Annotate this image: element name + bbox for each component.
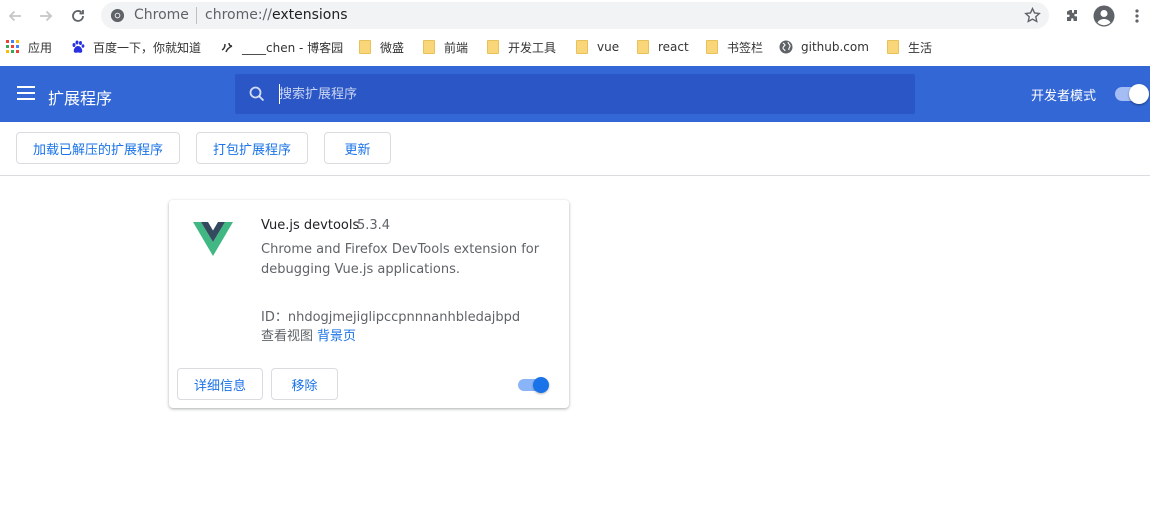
omnibox[interactable]: Chrome chrome://extensions [101, 2, 1049, 29]
text-caret [279, 84, 280, 104]
bookmark-label: 应用 [28, 40, 53, 55]
account-circle-icon [1093, 5, 1115, 27]
card-divider [169, 360, 569, 361]
bookmark-folder-weisheng[interactable]: 微盛 [358, 32, 404, 62]
url-scheme: chrome:// [205, 7, 272, 23]
bookmark-label: github.com [801, 40, 869, 54]
folder-icon [636, 40, 650, 54]
developer-action-bar: 加载已解压的扩展程序 打包扩展程序 更新 [0, 122, 1150, 176]
bookmark-cnblogs[interactable]: ____chen - 博客园 [220, 32, 343, 62]
extensions-button[interactable] [1060, 4, 1084, 28]
bookmark-label: vue [597, 40, 620, 54]
bookmark-baidu[interactable]: 百度一下，你就知道 [71, 32, 201, 62]
extension-card: Vue.js devtools 5.3.4 Chrome and Firefox… [169, 200, 569, 408]
bookmark-folder-devtools[interactable]: 开发工具 [486, 32, 556, 62]
search-box[interactable] [235, 74, 915, 114]
folder-icon [705, 40, 719, 54]
folder-icon [422, 40, 436, 54]
puzzle-icon [1067, 10, 1077, 21]
chrome-site-icon [110, 8, 125, 23]
bookmark-label: 生活 [908, 40, 933, 55]
bookmark-label: 微盛 [380, 40, 405, 55]
bookmarks-bar: 应用 百度一下，你就知道 ____chen - 博客园 微盛 前端 开发工具 v… [0, 32, 1150, 66]
bookmark-label: 开发工具 [508, 40, 557, 55]
load-unpacked-button[interactable]: 加载已解压的扩展程序 [16, 132, 180, 164]
bookmark-label: 百度一下，你就知道 [93, 40, 202, 55]
page-title: 扩展程序 [48, 89, 113, 108]
details-button[interactable]: 详细信息 [177, 368, 263, 400]
arrow-right-icon [40, 10, 53, 22]
remove-button[interactable]: 移除 [271, 368, 338, 400]
bookmark-apps[interactable]: 应用 [6, 32, 52, 62]
background-page-link[interactable]: 背景页 [317, 329, 356, 344]
bookmark-github[interactable]: github.com [779, 32, 869, 62]
bookmark-folder-frontend[interactable]: 前端 [422, 32, 468, 62]
reload-button[interactable] [66, 4, 90, 28]
back-button[interactable] [3, 4, 27, 28]
extension-version: 5.3.4 [357, 218, 391, 233]
reload-icon [72, 10, 84, 22]
omnibox-separator [196, 7, 197, 24]
omnibox-url: chrome://extensions [205, 7, 348, 23]
bookmark-folder-vue[interactable]: vue [575, 32, 619, 62]
extension-enable-toggle[interactable] [517, 377, 551, 393]
extensions-header: 扩展程序 开发者模式 [0, 66, 1150, 122]
toggle-knob [1129, 84, 1149, 104]
folder-icon [358, 40, 372, 54]
extension-description: Chrome and Firefox DevTools extension fo… [261, 242, 540, 277]
profile-button[interactable] [1092, 4, 1116, 28]
bookmark-folder-life[interactable]: 生活 [886, 32, 932, 62]
baidu-paw-icon [71, 40, 85, 54]
bookmark-label: 书签栏 [727, 40, 764, 55]
inspect-views: 查看视图 背景页 [261, 325, 356, 344]
url-host: extensions [272, 7, 348, 23]
hamburger-menu-icon[interactable] [17, 86, 35, 100]
update-button[interactable]: 更新 [324, 132, 391, 164]
folder-icon [575, 40, 589, 54]
arrow-left-icon [8, 10, 21, 22]
bookmark-folder-bookmarks[interactable]: 书签栏 [705, 32, 763, 62]
developer-mode-label: 开发者模式 [1031, 89, 1097, 104]
bookmark-label: 前端 [444, 40, 469, 55]
inspect-views-label: 查看视图 [261, 329, 314, 344]
bookmark-label: ____chen - 博客园 [242, 40, 344, 55]
star-outline-icon[interactable] [1024, 7, 1041, 24]
browser-toolbar: Chrome chrome://extensions [0, 0, 1150, 32]
extension-name: Vue.js devtools [261, 218, 360, 233]
chrome-menu-button[interactable] [1125, 4, 1149, 28]
omnibox-site-label: Chrome [134, 7, 189, 23]
search-icon [249, 86, 265, 102]
vue-logo-icon [193, 222, 233, 256]
extension-id: ID：nhdogjmejiglipccpnnnanhbledajbpd [261, 310, 521, 325]
forward-button[interactable] [34, 4, 58, 28]
more-vert-icon [1135, 9, 1139, 23]
toggle-knob [533, 377, 549, 393]
bookmark-label: react [658, 40, 689, 54]
folder-icon [886, 40, 900, 54]
pack-extension-button[interactable]: 打包扩展程序 [196, 132, 308, 164]
search-input[interactable] [279, 83, 879, 105]
developer-mode-toggle[interactable] [1115, 84, 1149, 104]
cnblogs-icon [220, 40, 234, 54]
apps-grid-icon [6, 40, 20, 54]
folder-icon [486, 40, 500, 54]
bookmark-folder-react[interactable]: react [636, 32, 689, 62]
globe-icon [779, 40, 793, 54]
